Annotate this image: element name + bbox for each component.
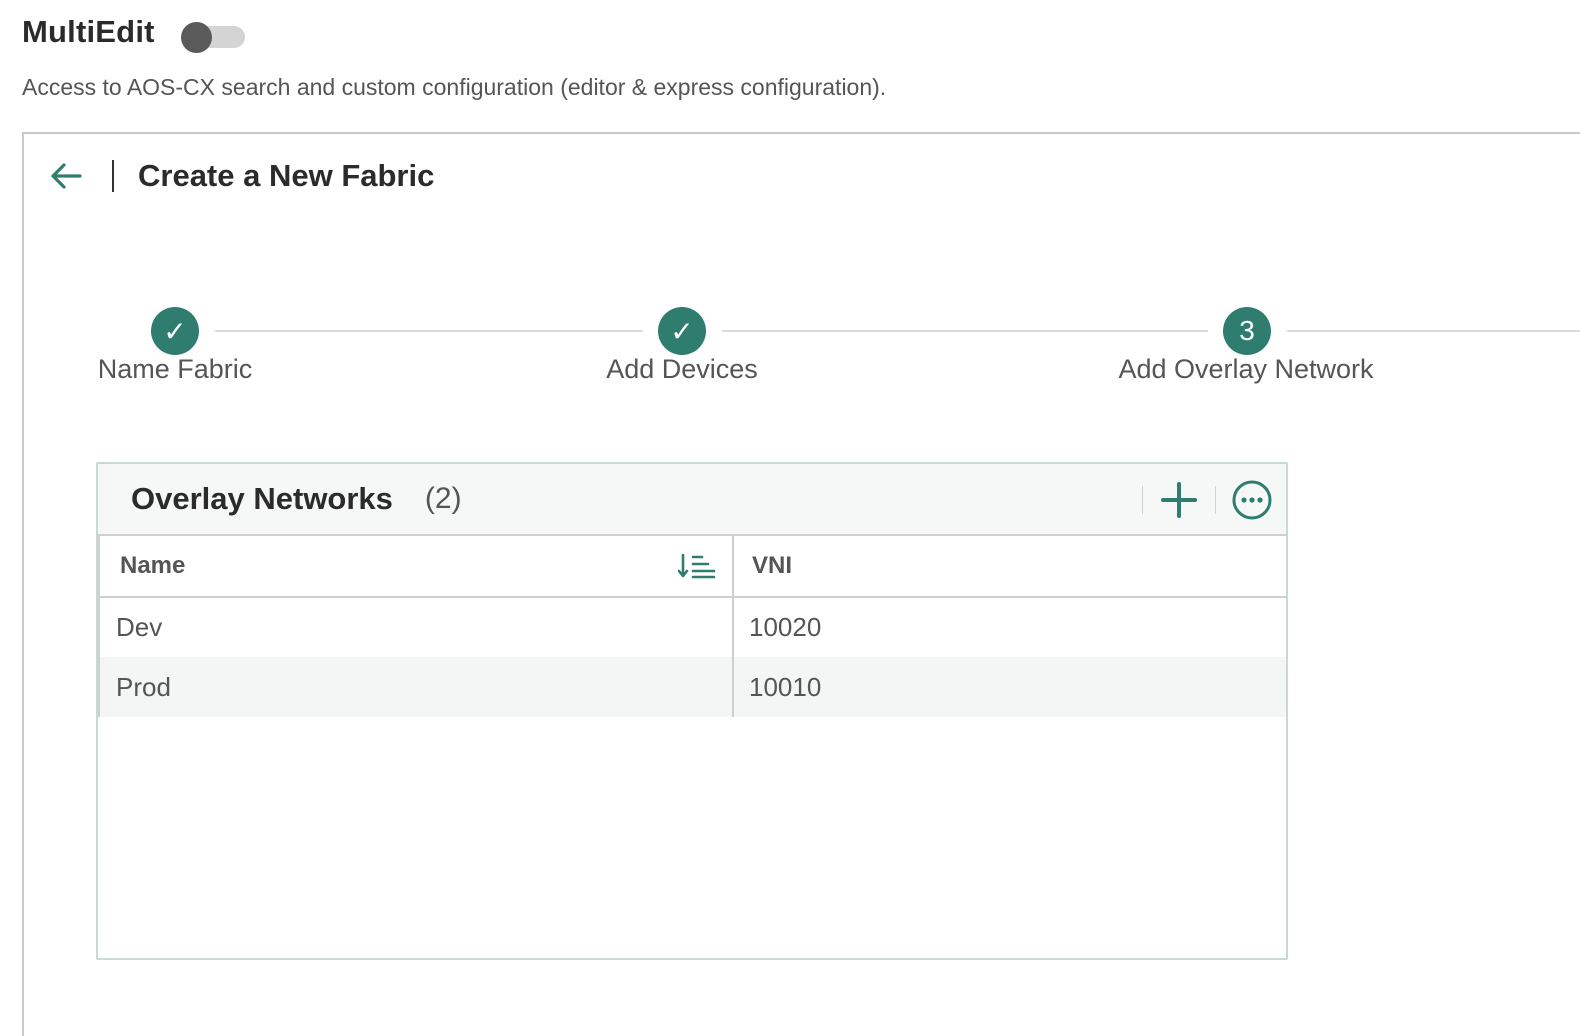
column-header-name-label: Name [120, 552, 186, 579]
multiedit-toggle[interactable] [180, 18, 245, 53]
cell-vni: 10020 [749, 612, 822, 642]
cell-name: Prod [98, 657, 734, 717]
multiedit-description: Access to AOS-CX search and custom confi… [22, 74, 887, 100]
overlay-networks-card: Overlay Networks (2) Name VNI Dev 10020 … [96, 462, 1288, 960]
cell-name: Dev [98, 597, 734, 657]
more-actions-button[interactable] [1230, 478, 1274, 522]
action-divider [1215, 486, 1216, 514]
table-row[interactable]: Prod 10010 [98, 657, 1286, 717]
sort-ascending-icon[interactable] [678, 553, 718, 579]
step-3-number[interactable]: 3 [1223, 307, 1271, 355]
arrow-left-icon[interactable] [46, 156, 86, 196]
step-connector [215, 330, 643, 332]
create-fabric-panel: Create a New Fabric ✓ Name Fabric ✓ Add … [22, 132, 1580, 1036]
step-connector [722, 330, 1208, 332]
table-row[interactable]: Dev 10020 [98, 597, 1286, 657]
page-title: Create a New Fabric [138, 158, 435, 193]
more-options-icon [1232, 480, 1272, 520]
step-2-label: Add Devices [606, 354, 758, 384]
multiedit-bar: MultiEdit [22, 14, 245, 53]
wizard-stepper: ✓ Name Fabric ✓ Add Devices 3 Add Overla… [24, 304, 1580, 404]
plus-icon [1161, 482, 1197, 518]
row-count: (2) [424, 482, 462, 515]
add-network-button[interactable] [1157, 478, 1201, 522]
card-title: Overlay Networks [131, 481, 393, 516]
action-divider [1142, 486, 1143, 514]
table-header-row: Name VNI [98, 534, 1286, 598]
card-header: Overlay Networks (2) [98, 464, 1286, 534]
panel-header: Create a New Fabric [46, 156, 434, 196]
column-header-vni[interactable]: VNI [733, 534, 1286, 598]
step-2-check-icon[interactable]: ✓ [658, 307, 706, 355]
multiedit-label: MultiEdit [22, 14, 155, 49]
column-header-name[interactable]: Name [98, 534, 734, 598]
toggle-knob [180, 22, 212, 53]
step-3-label: Add Overlay Network [1118, 354, 1374, 384]
step-connector [1287, 330, 1580, 332]
step-1-label: Name Fabric [97, 354, 253, 384]
cell-vni: 10010 [733, 657, 1286, 717]
card-actions [1142, 478, 1274, 522]
overlay-networks-table: Name VNI Dev 10020 Prod 10010 [98, 534, 1286, 717]
step-1-check-icon[interactable]: ✓ [151, 307, 199, 355]
header-divider [112, 160, 114, 192]
